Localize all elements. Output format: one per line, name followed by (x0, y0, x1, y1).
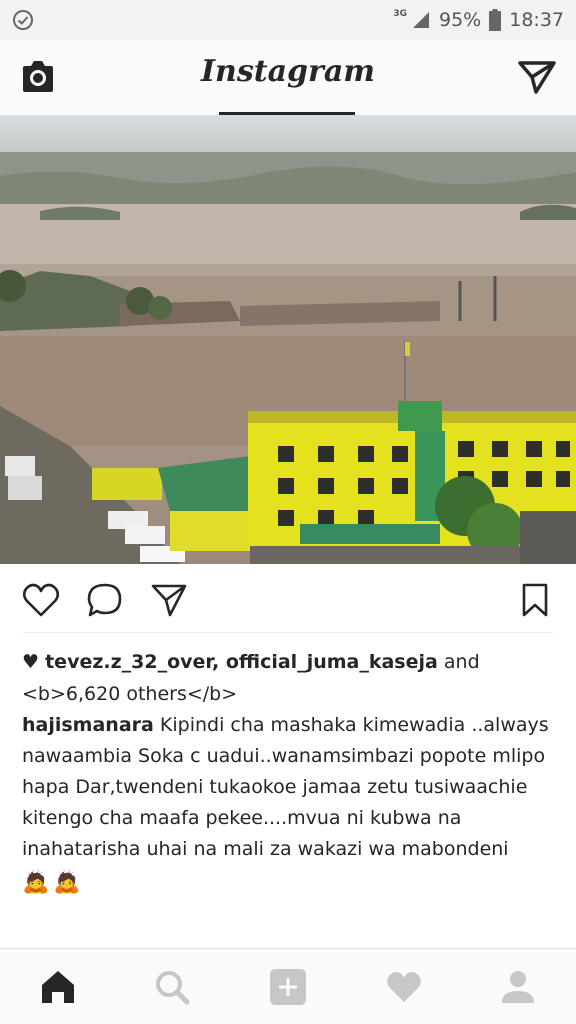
battery-icon (489, 9, 502, 31)
caption-username[interactable]: hajismanara (22, 714, 154, 736)
app-header: Instagram (0, 40, 576, 116)
caption-emojis: 🙇 🙇 (22, 867, 562, 898)
home-icon[interactable] (38, 967, 78, 1007)
direct-message-icon[interactable] (518, 60, 556, 94)
signal-icon (413, 12, 429, 28)
activity-icon[interactable] (384, 967, 424, 1007)
network-label: 3G (393, 9, 407, 19)
title-underline (219, 112, 355, 115)
post-caption: hajismanara Kipindi cha mashaka kimewadi… (22, 710, 562, 898)
add-post-icon[interactable] (268, 967, 308, 1007)
flood-scene-image (0, 116, 576, 564)
check-circle-icon (13, 10, 33, 30)
bookmark-icon[interactable] (516, 582, 554, 618)
post-actions (0, 564, 576, 634)
likes-and: and (443, 651, 480, 673)
bottom-navigation (0, 948, 576, 1024)
post-photo[interactable] (0, 116, 576, 564)
likes-others[interactable]: <b>6,620 others</b> (22, 683, 237, 705)
like-icon[interactable] (22, 582, 60, 618)
app-title: Instagram (201, 54, 375, 89)
comment-icon[interactable] (86, 582, 124, 618)
heart-icon: ♥ (22, 651, 40, 673)
status-bar: 3G 95% 18:37 (0, 0, 576, 40)
divider (22, 632, 554, 633)
bowing-emoji: 🙇 (53, 870, 81, 895)
bowing-emoji: 🙇 (22, 870, 50, 895)
likes-text[interactable]: ♥ tevez.z_32_over, official_juma_kaseja … (22, 646, 562, 710)
search-icon[interactable] (152, 967, 192, 1007)
clock: 18:37 (509, 9, 564, 31)
profile-icon[interactable] (498, 967, 538, 1007)
battery-percent: 95% (439, 9, 482, 31)
share-icon[interactable] (150, 582, 188, 618)
liked-by-users[interactable]: tevez.z_32_over, official_juma_kaseja (45, 651, 438, 673)
